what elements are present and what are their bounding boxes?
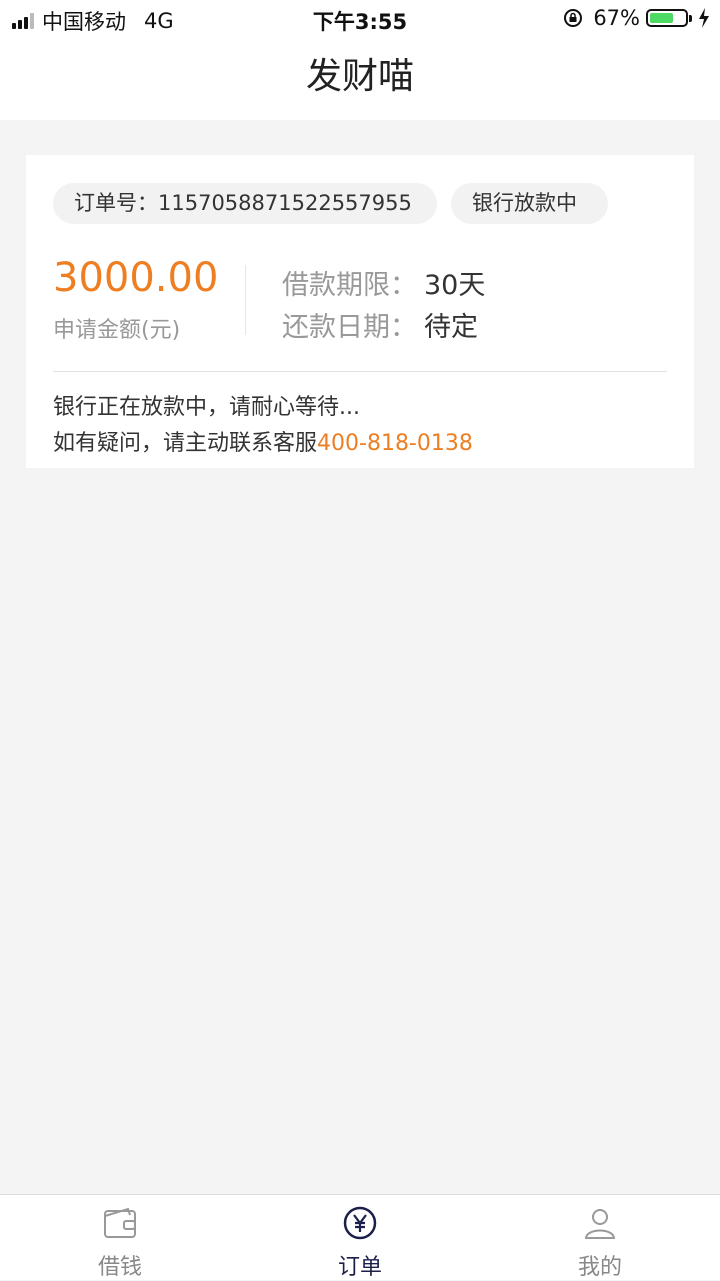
- loan-term-label: 借款期限：: [282, 270, 417, 301]
- tab-orders[interactable]: 订单: [240, 1195, 480, 1281]
- vertical-divider: [245, 265, 246, 335]
- loan-amount-label: 申请金额(元): [53, 318, 181, 343]
- user-icon: [584, 1209, 616, 1239]
- yen-circle-icon: [343, 1206, 377, 1240]
- repay-date-row: 还款日期： 待定: [282, 305, 478, 344]
- contact-prefix: 如有疑问，请主动联系客服: [53, 431, 318, 456]
- order-card[interactable]: 订单号：1157058871522557955 银行放款中 3000.00 申请…: [26, 155, 694, 468]
- tab-borrow[interactable]: 借钱: [0, 1195, 240, 1281]
- status-message: 银行正在放款中，请耐心等待...: [53, 395, 360, 420]
- service-phone-link[interactable]: 400-818-0138: [317, 431, 473, 456]
- loan-term-value: 30天: [424, 270, 486, 301]
- repay-date-value: 待定: [424, 312, 478, 343]
- tab-profile[interactable]: 我的: [480, 1195, 720, 1281]
- tab-label-orders: 订单: [337, 1255, 382, 1280]
- tab-label-profile: 我的: [577, 1255, 622, 1280]
- horizontal-divider: [53, 371, 667, 372]
- page-title: 发财喵: [305, 56, 414, 97]
- charging-bolt-icon: [699, 8, 709, 28]
- order-status-badge: 银行放款中: [451, 183, 608, 224]
- contact-message: 如有疑问，请主动联系客服400-818-0138: [53, 425, 473, 457]
- loan-term-row: 借款期限： 30天: [282, 263, 485, 302]
- tab-label-borrow: 借钱: [97, 1255, 142, 1280]
- rotation-lock-icon: [564, 9, 583, 27]
- battery-percent: 67%: [593, 6, 640, 30]
- status-right: 67%: [563, 6, 710, 30]
- tab-bar: 借钱 订单 我的: [0, 1194, 720, 1280]
- wallet-icon: [104, 1207, 136, 1238]
- order-number-badge: 订单号：1157058871522557955: [53, 183, 437, 224]
- status-bar: 中国移动 4G 下午3:55 67%: [0, 0, 720, 38]
- repay-date-label: 还款日期：: [282, 312, 417, 343]
- nav-header: 发财喵: [0, 38, 720, 120]
- loan-amount: 3000.00: [53, 255, 219, 301]
- battery-icon: [646, 9, 692, 27]
